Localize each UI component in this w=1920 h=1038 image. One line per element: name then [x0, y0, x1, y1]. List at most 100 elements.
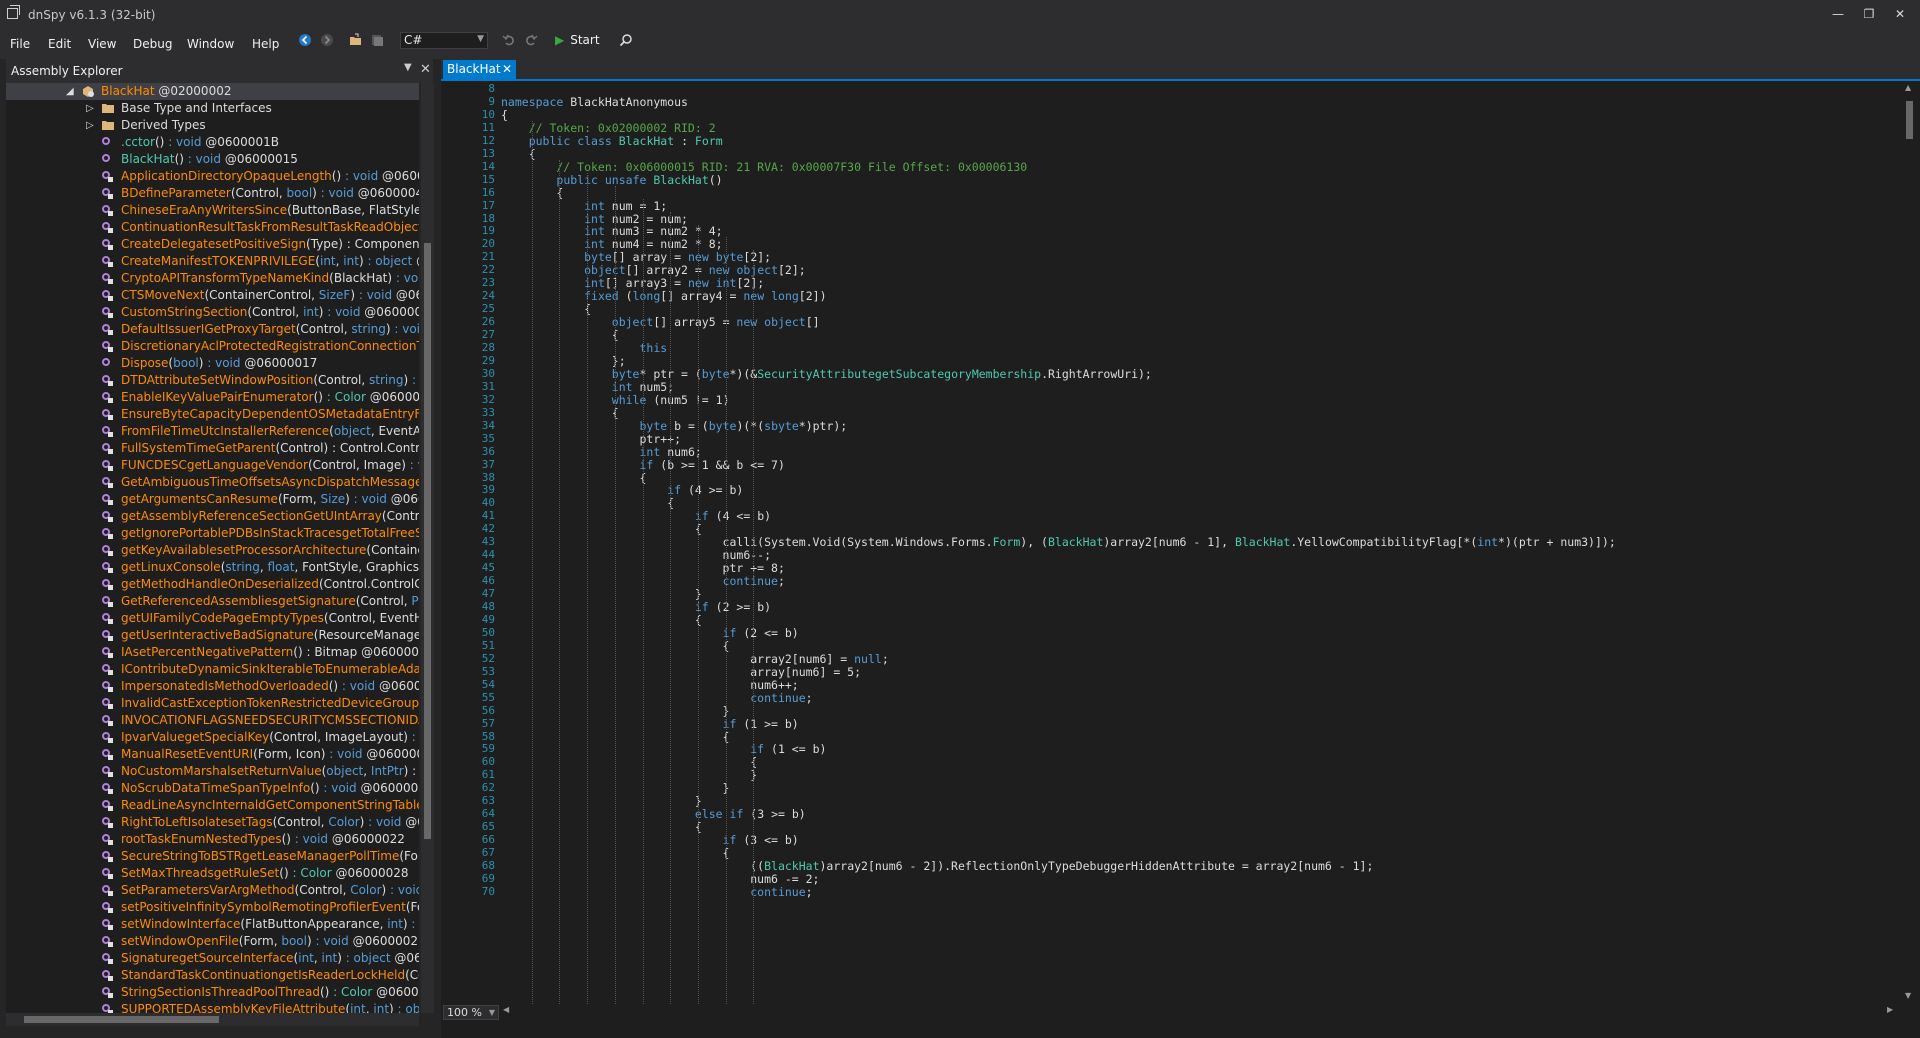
- menu-file[interactable]: File: [10, 37, 30, 51]
- menu-view[interactable]: View: [88, 37, 116, 51]
- code-line: };: [501, 353, 626, 368]
- collapsed-arrow-icon[interactable]: ▷: [86, 117, 96, 134]
- tree-row-member[interactable]: Dispose(bool) : void @06000017: [6, 355, 419, 372]
- tree-row-member[interactable]: DTDAttributeSetWindowPosition(Control, s…: [6, 372, 419, 389]
- tree-row-member[interactable]: NoScrubDataTimeSpanTypeInfo() : void @06…: [6, 780, 419, 797]
- tree-row-member[interactable]: ContinuationResultTaskFromResultTaskRead…: [6, 219, 419, 236]
- tree-row-member[interactable]: .cctor() : void @0600001B: [6, 134, 419, 151]
- tree-row-member[interactable]: FullSystemTimeGetParent(Control) : Contr…: [6, 440, 419, 457]
- scrollbar-thumb[interactable]: [424, 243, 431, 839]
- tree-row-member[interactable]: getIgnorePortablePDBsInStackTracesgetTot…: [6, 525, 419, 542]
- tree-row-member[interactable]: CustomStringSection(Control, int) : void…: [6, 304, 419, 321]
- tree-row-member[interactable]: setWindowInterface(FlatButtonAppearance,…: [6, 916, 419, 933]
- tree-row-member[interactable]: rootTaskEnumNestedTypes() : void @060000…: [6, 831, 419, 848]
- undo-icon[interactable]: [502, 33, 516, 47]
- tree-row-member[interactable]: SignaturegetSourceInterface(int, int) : …: [6, 950, 419, 967]
- tree-row-derived-types[interactable]: ▷ Derived Types: [6, 117, 419, 134]
- tree-row-member[interactable]: StandardTaskContinuationgetIsReaderLockH…: [6, 967, 419, 984]
- scroll-up-icon[interactable]: ▲: [1905, 83, 1911, 92]
- tree-row-member[interactable]: DefaultIssuerIGetProxyTarget(Control, st…: [6, 321, 419, 338]
- tree-row-member[interactable]: EnableIKeyValuePairEnumerator() : Color …: [6, 389, 419, 406]
- close-tab-icon[interactable]: ✕: [502, 60, 512, 79]
- tree-row-member[interactable]: IpvarValuegetSpecialKey(Control, ImageLa…: [6, 729, 419, 746]
- tree-row-member[interactable]: GetReferencedAssembliesgetSignature(Cont…: [6, 593, 419, 610]
- assembly-tree[interactable]: ◢ BlackHat @02000002 ▷ Base Type and Int…: [6, 83, 419, 1013]
- tree-row-member[interactable]: RightToLeftIsolatesetTags(Control, Color…: [6, 814, 419, 831]
- tree-row-member[interactable]: getUserInteractiveBadSignature(ResourceM…: [6, 627, 419, 644]
- tree-row-member[interactable]: FromFileTimeUtcInstallerReference(object…: [6, 423, 419, 440]
- tree-row-member[interactable]: ImpersonatedIsMethodOverloaded() : void …: [6, 678, 419, 695]
- tree-row-member[interactable]: EnsureByteCapacityDependentOSMetadataEnt…: [6, 406, 419, 423]
- tree-row-member[interactable]: BDefineParameter(Control, bool) : void @…: [6, 185, 419, 202]
- search-icon[interactable]: [619, 33, 633, 47]
- minimize-button[interactable]: —: [1826, 5, 1850, 23]
- menu-window[interactable]: Window: [187, 37, 234, 51]
- menu-edit[interactable]: Edit: [48, 37, 71, 51]
- scroll-right-icon[interactable]: ▶: [1887, 1005, 1893, 1014]
- tree-row-member[interactable]: SUPPORTEDAssemblyKeyFileAttribute(int, i…: [6, 1001, 419, 1013]
- tree-row-member[interactable]: setWindowOpenFile(Form, bool) : void @06…: [6, 933, 419, 950]
- tree-row-member[interactable]: CryptoAPITransformTypeNameKind(BlackHat)…: [6, 270, 419, 287]
- zoom-select[interactable]: 100 % ▼: [443, 1005, 499, 1020]
- tree-row-member[interactable]: IAsetPercentNegativePattern() : Bitmap @…: [6, 644, 419, 661]
- tree-row-selected-class[interactable]: ◢ BlackHat @02000002: [6, 83, 419, 100]
- member-name: getUIFamilyCodePageEmptyTypes: [121, 611, 324, 625]
- tree-row-member[interactable]: BlackHat() : void @06000015: [6, 151, 419, 168]
- scroll-down-icon[interactable]: ▼: [1905, 991, 1911, 1000]
- tree-row-member[interactable]: SetMaxThreadsgetRuleSet() : Color @06000…: [6, 865, 419, 882]
- tree-row-member[interactable]: InvalidCastExceptionTokenRestrictedDevic…: [6, 695, 419, 712]
- start-button[interactable]: ▶ Start: [555, 33, 600, 47]
- tree-row-member[interactable]: SecureStringToBSTRgetLeaseManagerPollTim…: [6, 848, 419, 865]
- close-button[interactable]: ✕: [1888, 5, 1912, 23]
- tree-row-member[interactable]: getKeyAvailablesetProcessorArchitecture(…: [6, 542, 419, 559]
- member-signature: (Control, ImageLayout): [269, 730, 408, 744]
- tree-row-member[interactable]: SetParametersVarArgMethod(Control, Color…: [6, 882, 419, 899]
- tree-row-member[interactable]: getLinuxConsole(string, float, FontStyle…: [6, 559, 419, 576]
- tree-row-member[interactable]: ChineseEraAnyWritersSince(ButtonBase, Fl…: [6, 202, 419, 219]
- tree-row-member[interactable]: CTSMoveNext(ContainerControl, SizeF) : v…: [6, 287, 419, 304]
- tree-row-member[interactable]: getUIFamilyCodePageEmptyTypes(Control, E…: [6, 610, 419, 627]
- tree-row-member[interactable]: StringSectionIsThreadPoolThread() : Colo…: [6, 984, 419, 1001]
- tree-row-member[interactable]: CreateDelegatesetPositiveSign(Type) : Co…: [6, 236, 419, 253]
- redo-icon[interactable]: [524, 33, 538, 47]
- tree-row-member[interactable]: ManualResetEventURI(Form, Icon) : void @…: [6, 746, 419, 763]
- panel-menu-icon[interactable]: ▼: [404, 62, 412, 73]
- tree-row-member[interactable]: ApplicationDirectoryOpaqueLength() : voi…: [6, 168, 419, 185]
- tree-row-member[interactable]: getMethodHandleOnDeserialized(Control.Co…: [6, 576, 419, 593]
- open-folder-icon[interactable]: [349, 33, 363, 47]
- panel-close-icon[interactable]: ✕: [420, 62, 431, 77]
- tree-row-member[interactable]: ReadLineAsyncInternaldGetComponentString…: [6, 797, 419, 814]
- tree-row-base-types[interactable]: ▷ Base Type and Interfaces: [6, 100, 419, 117]
- expanded-arrow-icon[interactable]: ◢: [66, 83, 76, 100]
- line-number: 67: [481, 846, 495, 860]
- editor-vertical-scrollbar[interactable]: ▲ ▼: [1900, 81, 1918, 1004]
- menu-help[interactable]: Help: [252, 37, 279, 51]
- tree-row-member[interactable]: setPositiveInfinitySymbolRemotingProfile…: [6, 899, 419, 916]
- restore-button[interactable]: ❐: [1857, 5, 1881, 23]
- tree-row-member[interactable]: NoCustomMarshalsetReturnValue(object, In…: [6, 763, 419, 780]
- tree-row-member[interactable]: IContributeDynamicSinkIterableToEnumerab…: [6, 661, 419, 678]
- tab-blackhat[interactable]: BlackHat ✕: [443, 60, 516, 81]
- member-return-type: : void: [411, 917, 419, 931]
- tree-row-member[interactable]: GetAmbiguousTimeOffsetsAsyncDispatchMess…: [6, 474, 419, 491]
- code-view[interactable]: namespace BlackHatAnonymous{ // Token: 0…: [499, 81, 1902, 1004]
- tree-row-member[interactable]: getArgumentsCanResume(Form, Size) : void…: [6, 491, 419, 508]
- tree-row-member[interactable]: CreateManifestTOKENPRIVILEGE(int, int) :…: [6, 253, 419, 270]
- scrollbar-thumb[interactable]: [24, 1016, 219, 1023]
- back-icon[interactable]: [298, 33, 312, 47]
- language-select[interactable]: C# ▼: [400, 32, 488, 49]
- tree-vertical-scrollbar[interactable]: [421, 83, 434, 1013]
- editor-horizontal-scrollbar[interactable]: ◀ ▶: [501, 1005, 1900, 1020]
- code-line: array[num6] = 5;: [501, 664, 862, 679]
- tree-row-member[interactable]: DiscretionaryAclProtectedRegistrationCon…: [6, 338, 419, 355]
- tree-row-member[interactable]: INVOCATIONFLAGSNEEDSECURITYCMSSECTIONIDA…: [6, 712, 419, 729]
- open-list-icon[interactable]: [370, 33, 384, 47]
- scroll-left-icon[interactable]: ◀: [503, 1005, 509, 1014]
- forward-icon[interactable]: [320, 33, 334, 47]
- scrollbar-thumb[interactable]: [1906, 101, 1913, 139]
- collapsed-arrow-icon[interactable]: ▷: [86, 100, 96, 117]
- tree-horizontal-scrollbar[interactable]: [6, 1013, 419, 1026]
- menu-debug[interactable]: Debug: [133, 37, 172, 51]
- tree-row-member[interactable]: getAssemblyReferenceSectionGetUIntArray(…: [6, 508, 419, 525]
- tree-row-member[interactable]: FUNCDESCgetLanguageVendor(Control, Image…: [6, 457, 419, 474]
